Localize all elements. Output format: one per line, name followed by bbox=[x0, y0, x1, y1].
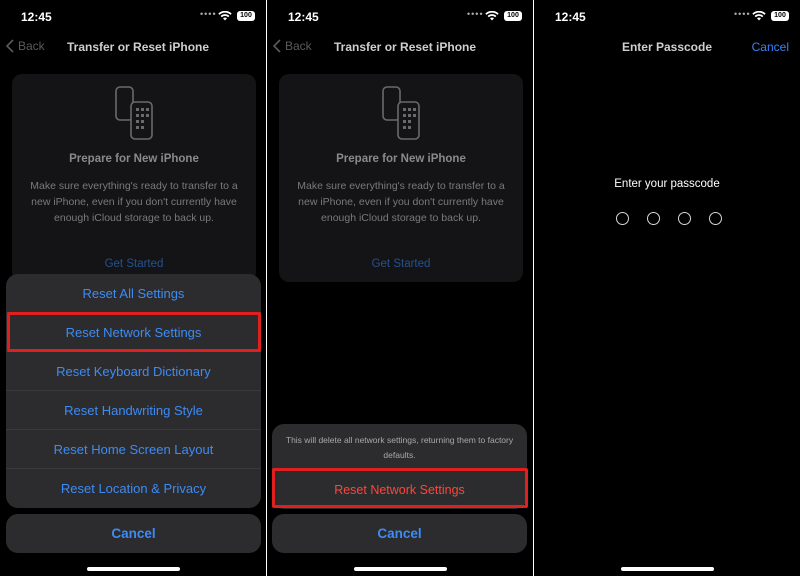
prepare-card: Prepare for New iPhone Make sure everyth… bbox=[12, 74, 256, 282]
reset-handwriting-style-option[interactable]: Reset Handwriting Style bbox=[6, 391, 261, 430]
navigation-bar: Back Transfer or Reset iPhone bbox=[0, 34, 266, 60]
battery-icon: 100 bbox=[771, 11, 789, 21]
page-title: Transfer or Reset iPhone bbox=[334, 40, 477, 54]
navigation-bar: Back Transfer or Reset iPhone bbox=[267, 34, 533, 60]
phones-transfer-icon bbox=[115, 86, 153, 140]
cancel-button[interactable]: Cancel bbox=[6, 514, 261, 553]
chevron-left-icon bbox=[6, 39, 14, 53]
get-started-link[interactable]: Get Started bbox=[12, 258, 256, 270]
signal-dots-icon: •••• bbox=[734, 9, 751, 19]
reset-location-privacy-option[interactable]: Reset Location & Privacy bbox=[6, 469, 261, 508]
passcode-dots bbox=[616, 212, 722, 226]
reset-all-settings-option[interactable]: Reset All Settings bbox=[6, 274, 261, 313]
card-title: Prepare for New iPhone bbox=[336, 153, 466, 165]
reset-action-sheet: Reset All Settings Reset Network Setting… bbox=[6, 274, 261, 508]
home-indicator bbox=[621, 567, 714, 571]
get-started-link[interactable]: Get Started bbox=[279, 258, 523, 270]
reset-home-screen-layout-option[interactable]: Reset Home Screen Layout bbox=[6, 430, 261, 469]
reset-network-settings-option[interactable]: Reset Network Settings bbox=[6, 313, 261, 352]
battery-icon: 100 bbox=[237, 11, 255, 21]
card-description: Make sure everything's ready to transfer… bbox=[30, 180, 238, 224]
battery-icon: 100 bbox=[504, 11, 522, 21]
signal-dots-icon: •••• bbox=[467, 9, 484, 19]
status-bar: 12:45 •••• 100 bbox=[267, 0, 533, 34]
screen-enter-passcode: 12:45 •••• 100 Enter Passcode Cancel Ent… bbox=[534, 0, 800, 576]
wifi-icon bbox=[218, 11, 232, 21]
phones-transfer-icon bbox=[382, 86, 420, 140]
passcode-dot bbox=[709, 212, 722, 225]
screen-reset-options: 12:45 •••• 100 Back Transfer or Reset iP… bbox=[0, 0, 266, 576]
passcode-dot bbox=[678, 212, 691, 225]
card-description: Make sure everything's ready to transfer… bbox=[297, 180, 505, 224]
passcode-dot bbox=[647, 212, 660, 225]
back-button[interactable]: Back bbox=[273, 39, 312, 53]
home-indicator bbox=[87, 567, 180, 571]
card-title: Prepare for New iPhone bbox=[69, 153, 199, 165]
confirm-message: This will delete all network settings, r… bbox=[285, 435, 514, 460]
status-time: 12:45 bbox=[21, 10, 52, 24]
reset-keyboard-dictionary-option[interactable]: Reset Keyboard Dictionary bbox=[6, 352, 261, 391]
navigation-bar: Enter Passcode Cancel bbox=[534, 34, 800, 60]
status-bar: 12:45 •••• 100 bbox=[0, 0, 266, 34]
screen-confirm-reset: 12:45 •••• 100 Back Transfer or Reset iP… bbox=[267, 0, 533, 576]
status-bar: 12:45 •••• 100 bbox=[534, 0, 800, 34]
reset-network-settings-button[interactable]: Reset Network Settings bbox=[272, 471, 527, 509]
status-time: 12:45 bbox=[288, 10, 319, 24]
confirm-sheet: This will delete all network settings, r… bbox=[272, 424, 527, 509]
page-title: Transfer or Reset iPhone bbox=[67, 40, 210, 54]
cancel-button[interactable]: Cancel bbox=[272, 514, 527, 553]
home-indicator bbox=[354, 567, 447, 571]
cancel-link[interactable]: Cancel bbox=[752, 40, 789, 54]
back-button[interactable]: Back bbox=[6, 39, 45, 53]
wifi-icon bbox=[485, 11, 499, 21]
status-time: 12:45 bbox=[555, 10, 586, 24]
prepare-card: Prepare for New iPhone Make sure everyth… bbox=[279, 74, 523, 282]
chevron-left-icon bbox=[273, 39, 281, 53]
passcode-prompt: Enter your passcode bbox=[614, 178, 720, 190]
wifi-icon bbox=[752, 11, 766, 21]
passcode-dot bbox=[616, 212, 629, 225]
signal-dots-icon: •••• bbox=[200, 9, 217, 19]
